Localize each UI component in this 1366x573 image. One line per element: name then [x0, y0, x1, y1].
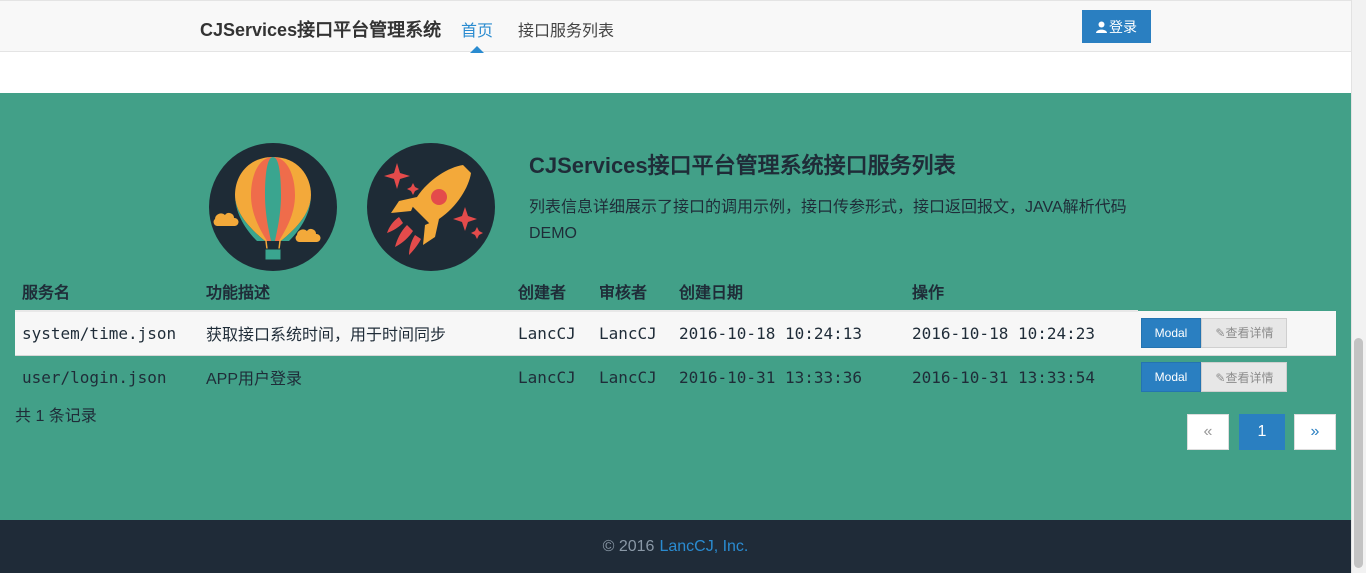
- cell-creator: LancCJ: [511, 311, 592, 356]
- cell-operation-time: 2016-10-31 13:33:54: [912, 367, 1096, 387]
- cell-creator: LancCJ: [518, 367, 576, 387]
- user-icon: [1096, 21, 1107, 33]
- hero-description: 列表信息详细展示了接口的调用示例，接口传参形式，接口返回报文，JAVA解析代码D…: [529, 199, 1127, 242]
- pagination-page-1[interactable]: 1: [1239, 414, 1285, 450]
- cell-created-date: 2016-10-18 10:24:13: [672, 311, 905, 356]
- pagination-next[interactable]: »: [1294, 414, 1336, 450]
- header-created-date: 创建日期: [672, 271, 905, 312]
- view-details-button[interactable]: ✎查看详情: [1201, 362, 1288, 393]
- header-actions: [1138, 271, 1336, 311]
- header-service-name: 服务名: [15, 271, 199, 312]
- view-details-label: 查看详情: [1225, 326, 1274, 341]
- top-navbar: CJServices接口平台管理系统 首页 接口服务列表 登录: [0, 0, 1351, 53]
- modal-button[interactable]: Modal: [1141, 362, 1201, 393]
- header-creator: 创建者: [511, 271, 592, 312]
- rocket-icon: [367, 143, 495, 271]
- footer-company-link[interactable]: LancCJ, Inc.: [659, 538, 748, 556]
- login-button[interactable]: 登录: [1082, 10, 1151, 43]
- login-label: 登录: [1109, 18, 1137, 35]
- hot-air-balloon-icon: [209, 143, 337, 271]
- cell-reviewer: LancCJ: [599, 367, 657, 387]
- cell-description: 获取接口系统时间，用于时间同步: [199, 311, 511, 356]
- edit-icon: ✎: [1215, 326, 1226, 341]
- scrollbar-thumb[interactable]: [1354, 338, 1363, 568]
- footer: © 2016 LancCJ, Inc.: [0, 520, 1351, 573]
- footer-copyright: © 2016: [602, 537, 655, 555]
- cell-created-date: 2016-10-31 13:33:36: [679, 367, 863, 387]
- pagination-prev[interactable]: «: [1187, 414, 1229, 450]
- view-details-label: 查看详情: [1225, 370, 1274, 385]
- view-details-button[interactable]: ✎查看详情: [1201, 317, 1288, 348]
- cell-description: APP用户登录: [206, 371, 303, 389]
- edit-icon: ✎: [1215, 370, 1226, 385]
- brand-title[interactable]: CJServices接口平台管理系统: [200, 16, 441, 42]
- header-operation: 操作: [905, 271, 1138, 312]
- cell-operation-time: 2016-10-18 10:24:23: [905, 311, 1138, 356]
- cell-service-name: user/login.json: [22, 367, 167, 387]
- nav-home-link[interactable]: 首页: [461, 17, 493, 41]
- header-description: 功能描述: [199, 271, 511, 312]
- hero-title: CJServices接口平台管理系统接口服务列表: [529, 153, 956, 178]
- cell-actions: Modal ✎查看详情: [1138, 355, 1336, 399]
- record-count: 共 1 条记录: [15, 408, 97, 425]
- cell-service-name: system/time.json: [15, 311, 199, 356]
- table-row: user/login.json APP用户登录 LancCJ LancCJ 20…: [15, 355, 1336, 399]
- nav-service-list-link[interactable]: 接口服务列表: [518, 17, 614, 41]
- table-row: system/time.json 获取接口系统时间，用于时间同步 LancCJ …: [15, 311, 1336, 356]
- modal-button[interactable]: Modal: [1141, 317, 1201, 348]
- service-table: 服务名 功能描述 创建者 审核者 创建日期 操作 system/time.jso…: [15, 271, 1336, 399]
- cell-reviewer: LancCJ: [592, 311, 672, 356]
- header-reviewer: 审核者: [592, 271, 672, 312]
- active-nav-indicator: [470, 46, 484, 53]
- hero-section: CJServices接口平台管理系统接口服务列表 列表信息详细展示了接口的调用示…: [0, 93, 1351, 520]
- cell-actions: Modal ✎查看详情: [1138, 311, 1336, 356]
- table-header-row: 服务名 功能描述 创建者 审核者 创建日期 操作: [15, 271, 1336, 312]
